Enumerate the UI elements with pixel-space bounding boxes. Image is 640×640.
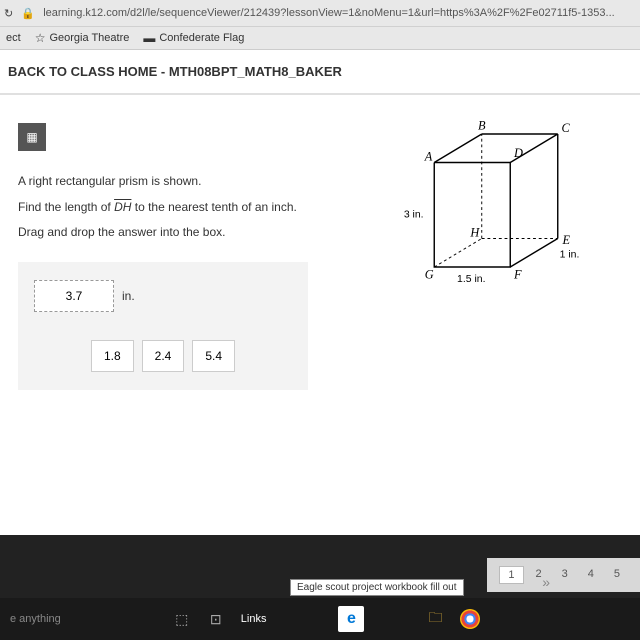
dim-depth: 1 in.: [560, 250, 580, 261]
star-icon: ☆: [35, 31, 46, 45]
url-bar: ↻ 🔒 learning.k12.com/d2l/le/sequenceView…: [0, 0, 640, 26]
answer-drop-box[interactable]: 3.7: [34, 280, 114, 312]
edge-icon[interactable]: e: [338, 606, 364, 632]
refresh-icon[interactable]: ↻: [4, 7, 13, 20]
bookmark-label: Georgia Theatre: [49, 32, 129, 44]
taskbar-tooltip: Eagle scout project workbook fill out: [290, 579, 464, 596]
flag-icon: ▬: [143, 31, 155, 45]
vertex-f: F: [513, 267, 522, 281]
vertex-e: E: [562, 233, 571, 247]
content-area: ▦ A right rectangular prism is shown. Fi…: [0, 95, 640, 535]
prism-edge: [434, 134, 482, 163]
segment-dh: DH: [114, 200, 131, 214]
option-tile[interactable]: 2.4: [142, 340, 185, 372]
browser-chrome: ↻ 🔒 learning.k12.com/d2l/le/sequenceView…: [0, 0, 640, 50]
question-panel: ▦ A right rectangular prism is shown. Fi…: [0, 95, 371, 535]
drop-zone[interactable]: 3.7 in.: [34, 280, 135, 312]
answer-area: 3.7 in. 1.8 2.4 5.4: [18, 262, 308, 390]
question-line-3: Drag and drop the answer into the box.: [18, 222, 353, 244]
prism-front-face: [434, 163, 510, 268]
prism-hidden-edge: [434, 239, 482, 268]
question-line-1: A right rectangular prism is shown.: [18, 171, 353, 193]
vertex-c: C: [562, 121, 571, 135]
unit-label: in.: [122, 289, 135, 303]
vertex-h: H: [470, 226, 481, 240]
windows-taskbar: e anything ⬚ ⊡ Links e 🗀: [0, 598, 640, 640]
bookmarks-bar: ect ☆ Georgia Theatre ▬ Confederate Flag: [0, 26, 640, 49]
prism-diagram: A B C D E F G H 3 in. 1 in. 1.5 in.: [381, 115, 611, 305]
text-fragment: to the nearest tenth of an inch.: [131, 200, 296, 214]
vertex-b: B: [478, 118, 486, 132]
page-3[interactable]: 3: [554, 566, 576, 584]
question-pager: 1 2 3 4 5: [487, 558, 640, 592]
page-4[interactable]: 4: [580, 566, 602, 584]
figure-panel: A B C D E F G H 3 in. 1 in. 1.5 in.: [371, 95, 640, 535]
bookmark-georgia-theatre[interactable]: ☆ Georgia Theatre: [35, 31, 130, 45]
bookmark-label: Confederate Flag: [159, 32, 244, 44]
chrome-icon[interactable]: [460, 609, 480, 629]
question-line-2: Find the length of DH to the nearest ten…: [18, 197, 353, 219]
option-tile[interactable]: 5.4: [192, 340, 235, 372]
bookmark-ect[interactable]: ect: [6, 32, 21, 44]
calculator-icon[interactable]: ▦: [18, 123, 46, 151]
links-toolbar[interactable]: Links: [241, 613, 267, 625]
vertex-a: A: [424, 150, 433, 164]
vertex-g: G: [425, 267, 434, 281]
lock-icon: 🔒: [21, 6, 35, 20]
option-tile[interactable]: 1.8: [91, 340, 134, 372]
dim-height: 3 in.: [404, 210, 424, 221]
task-view-icon[interactable]: ⊡: [207, 610, 225, 628]
class-home-link[interactable]: BACK TO CLASS HOME - MTH08BPT_MATH8_BAKE…: [0, 50, 640, 95]
dim-width: 1.5 in.: [457, 274, 485, 285]
expand-icon[interactable]: »: [542, 574, 550, 590]
vertex-d: D: [513, 146, 523, 160]
file-explorer-icon[interactable]: 🗀: [426, 610, 444, 628]
cortana-search[interactable]: e anything: [10, 613, 61, 625]
page-1[interactable]: 1: [499, 566, 523, 584]
prism-edge: [510, 239, 558, 268]
page-5[interactable]: 5: [606, 566, 628, 584]
bookmark-confederate-flag[interactable]: ▬ Confederate Flag: [143, 31, 244, 45]
url-text[interactable]: learning.k12.com/d2l/le/sequenceViewer/2…: [43, 7, 636, 19]
text-fragment: Find the length of: [18, 200, 114, 214]
options-row: 1.8 2.4 5.4: [34, 340, 292, 372]
mic-icon[interactable]: ⬚: [173, 610, 191, 628]
